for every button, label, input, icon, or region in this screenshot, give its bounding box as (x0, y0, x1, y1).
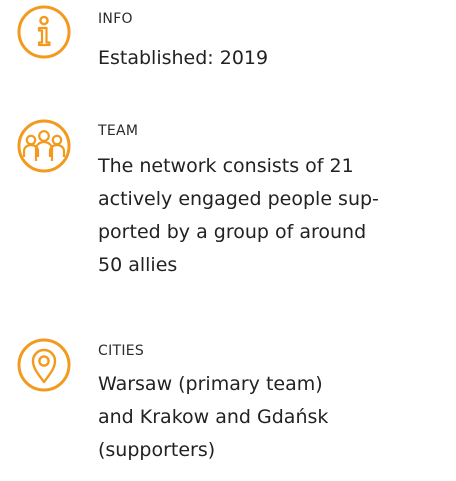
cities-text-line: and Krakow and Gdańsk (98, 406, 329, 428)
team-text: The network consists of 21 actively enga… (98, 150, 448, 282)
info-text: Established: 2019 (98, 42, 448, 75)
info-label: INFO (98, 11, 133, 27)
team-icon (14, 116, 74, 176)
team-text-line: The network consists of 21 (98, 155, 354, 177)
cities-text: Warsaw (primary team) and Krakow and Gda… (98, 368, 448, 467)
team-label: TEAM (98, 123, 139, 139)
team-text-line: ported by a group of around (98, 221, 367, 243)
location-pin-icon (14, 335, 74, 395)
team-text-line: actively engaged people sup- (98, 188, 379, 210)
cities-label: CITIES (98, 343, 145, 359)
info-icon (14, 2, 74, 62)
cities-text-line: (supporters) (98, 439, 216, 461)
cities-text-line: Warsaw (primary team) (98, 373, 323, 395)
team-text-line: 50 allies (98, 254, 178, 276)
info-text-line: Established: 2019 (98, 47, 269, 69)
